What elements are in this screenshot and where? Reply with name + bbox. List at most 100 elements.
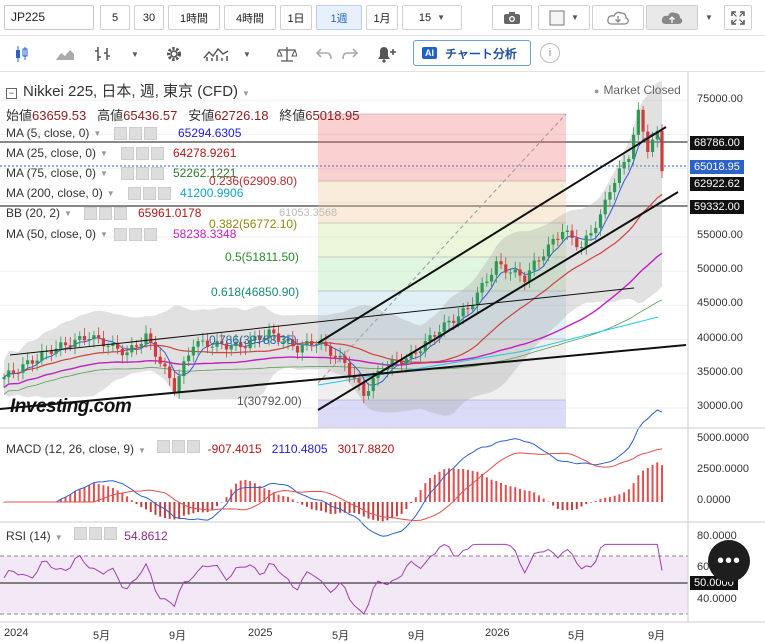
macd-histogram-bar: [282, 495, 285, 502]
close-icon[interactable]: [158, 186, 171, 200]
close-icon[interactable]: [151, 166, 164, 180]
fib-level-label: 1(30792.00): [237, 394, 302, 408]
close-icon[interactable]: [103, 527, 117, 540]
collapse-icon[interactable]: −: [6, 88, 17, 99]
macd-histogram-bar: [234, 483, 237, 502]
close-icon[interactable]: [144, 227, 157, 241]
bar-chart-type-button[interactable]: [90, 42, 118, 66]
symbol-input[interactable]: JP225: [4, 5, 94, 30]
gear-icon[interactable]: [99, 206, 112, 220]
macd-histogram-bar: [69, 494, 72, 502]
rsi-axis-label: 40.0000: [697, 593, 737, 605]
eye-icon[interactable]: [73, 527, 87, 540]
candle-body: [466, 308, 470, 310]
candle-body: [201, 340, 205, 342]
indicator-legend: MA (75, close, 0) ▼ 52262.1221: [6, 166, 236, 180]
settings-button[interactable]: [164, 42, 184, 66]
candle-body: [73, 339, 77, 348]
close-icon[interactable]: [151, 146, 164, 160]
interval-select[interactable]: 15 ▼: [402, 5, 462, 30]
macd-histogram-bar: [443, 469, 446, 502]
camera-icon: [504, 11, 520, 24]
macd-histogram-bar: [533, 492, 536, 502]
timeframe-4h[interactable]: 4時間: [224, 5, 276, 30]
more-options-button[interactable]: •••: [708, 540, 750, 582]
macd-histogram-bar: [372, 502, 375, 520]
rsi-pane: [0, 543, 688, 615]
fullscreen-button[interactable]: [724, 5, 752, 30]
candle-body: [153, 342, 158, 357]
eye-icon[interactable]: [157, 440, 171, 453]
indicators-button[interactable]: [200, 42, 232, 66]
close-icon[interactable]: [114, 206, 127, 220]
cloud-menu-button[interactable]: ▼: [700, 5, 718, 30]
fib-band: [318, 181, 566, 223]
cloud-download-button[interactable]: [592, 5, 644, 30]
low-value: 62726.18: [214, 108, 269, 123]
macd-histogram-bar: [187, 502, 190, 515]
timeframe-30[interactable]: 30: [134, 5, 164, 30]
cloud-upload-button[interactable]: [646, 5, 698, 30]
macd-histogram-bar: [575, 502, 578, 510]
high-label: 高値: [97, 108, 124, 123]
candle-body: [49, 350, 53, 354]
candle-body: [461, 308, 465, 317]
macd-histogram-bar: [429, 478, 432, 502]
gear-icon[interactable]: [129, 227, 142, 241]
gear-icon[interactable]: [172, 440, 186, 453]
eye-icon[interactable]: [114, 126, 127, 140]
macd-histogram-bar: [646, 468, 649, 502]
eye-icon[interactable]: [84, 206, 97, 220]
eye-icon[interactable]: [121, 146, 134, 160]
compare-button[interactable]: [276, 42, 298, 66]
candle-body: [613, 182, 617, 193]
timeframe-1h[interactable]: 1時間: [168, 5, 220, 30]
undo-button[interactable]: [314, 42, 334, 66]
camera-button[interactable]: [492, 5, 532, 30]
gear-icon[interactable]: [143, 186, 156, 200]
timeframe-1d[interactable]: 1日: [280, 5, 312, 30]
chart-type-menu[interactable]: ▼: [128, 42, 142, 66]
gear-icon: [167, 47, 181, 61]
eye-icon[interactable]: [114, 227, 127, 241]
eye-icon[interactable]: [128, 186, 141, 200]
price-axis-label: 35000.00: [697, 366, 743, 378]
info-icon[interactable]: i: [540, 43, 560, 63]
gear-icon[interactable]: [136, 166, 149, 180]
ai-chart-analysis-button[interactable]: AI チャート分析: [413, 40, 531, 66]
macd-axis-label: 5000.0000: [697, 432, 749, 444]
fib-level-label: 0.618(46850.90): [211, 285, 300, 299]
gear-icon[interactable]: [88, 527, 102, 540]
expand-icon: [731, 10, 745, 25]
macd-signal-value: 2110.4805: [271, 442, 328, 456]
alert-button[interactable]: [374, 42, 398, 66]
gear-icon[interactable]: [129, 126, 142, 140]
chevron-down-icon: ▼: [705, 13, 713, 22]
color-picker-button[interactable]: ▼: [538, 5, 590, 30]
close-icon[interactable]: [144, 126, 157, 140]
macd-histogram-bar: [608, 496, 611, 502]
indicator-value: 41200.9906: [180, 186, 244, 200]
price-chart[interactable]: [0, 72, 765, 643]
indicator-label: MA (5, close, 0): [6, 126, 90, 140]
indicator-value: 64278.9261: [173, 146, 237, 160]
redo-button[interactable]: [340, 42, 360, 66]
indicator-label: MA (25, close, 0): [6, 146, 97, 160]
candle-body: [598, 214, 603, 228]
candle-body: [130, 345, 134, 353]
eye-icon[interactable]: [121, 166, 134, 180]
candle-body: [589, 233, 593, 236]
timeframe-5[interactable]: 5: [100, 5, 130, 30]
candlestick-chart-button[interactable]: [12, 42, 32, 66]
candle-body: [35, 360, 39, 364]
indicators-menu[interactable]: ▼: [240, 42, 254, 66]
close-icon[interactable]: [187, 440, 201, 453]
macd-axis-label: 2500.0000: [697, 463, 749, 475]
candle-body: [428, 335, 432, 342]
area-chart-button[interactable]: [54, 42, 76, 66]
candle-body: [187, 355, 191, 362]
timeframe-1mo[interactable]: 1月: [366, 5, 398, 30]
timeframe-1w[interactable]: 1週: [316, 5, 362, 30]
macd-histogram-bar: [178, 502, 181, 519]
gear-icon[interactable]: [136, 146, 149, 160]
